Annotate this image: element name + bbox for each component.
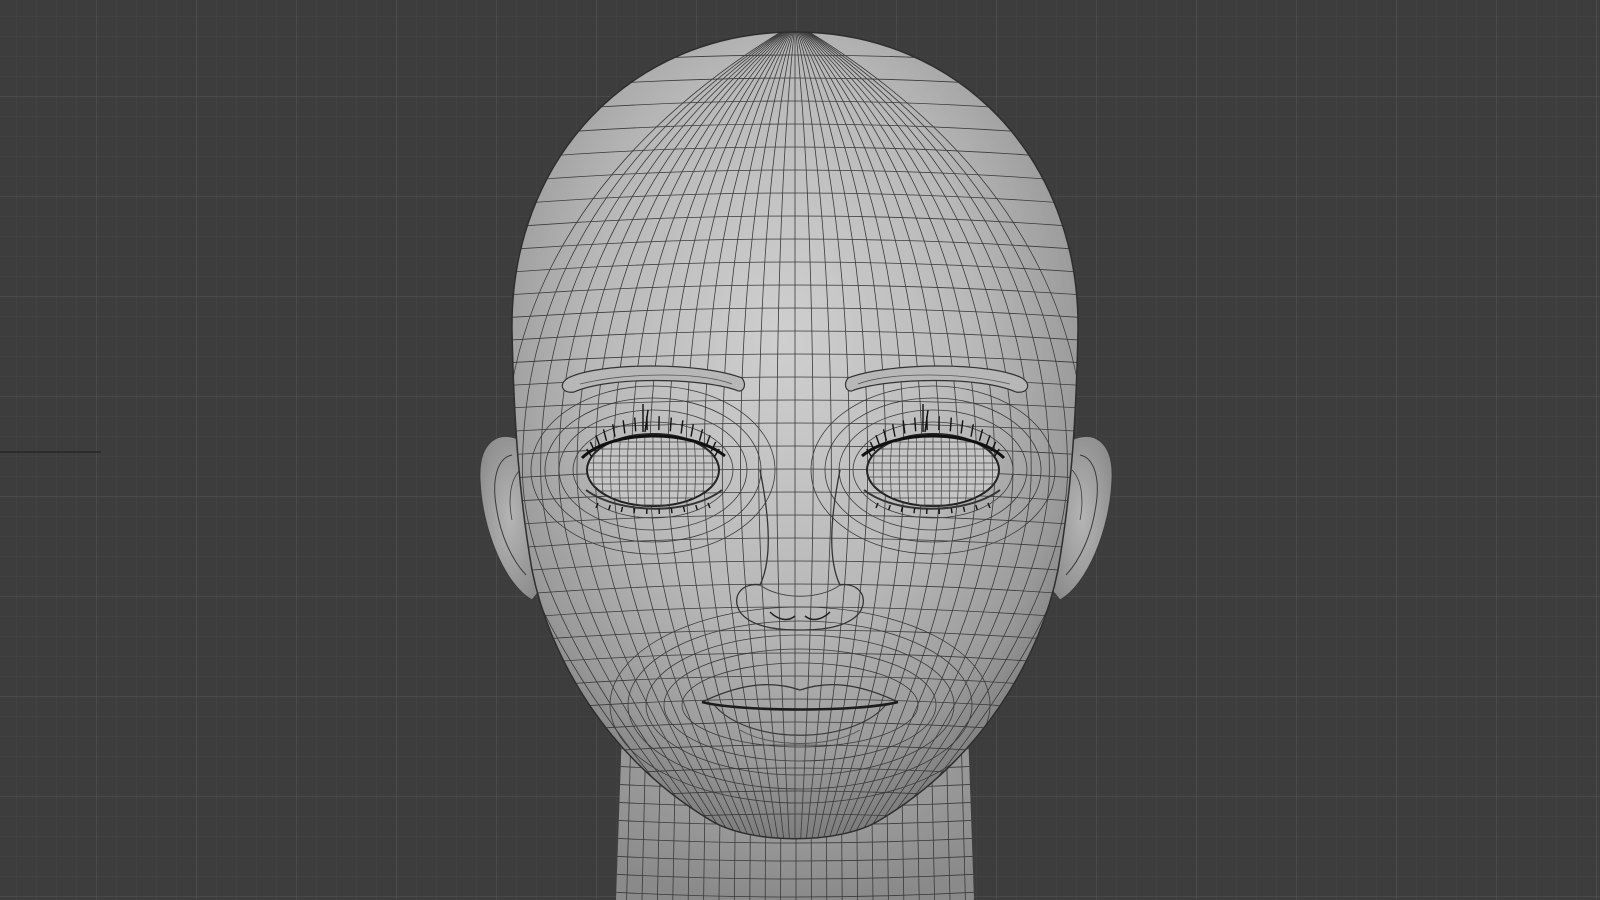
3d-viewport[interactable] <box>0 0 1600 900</box>
